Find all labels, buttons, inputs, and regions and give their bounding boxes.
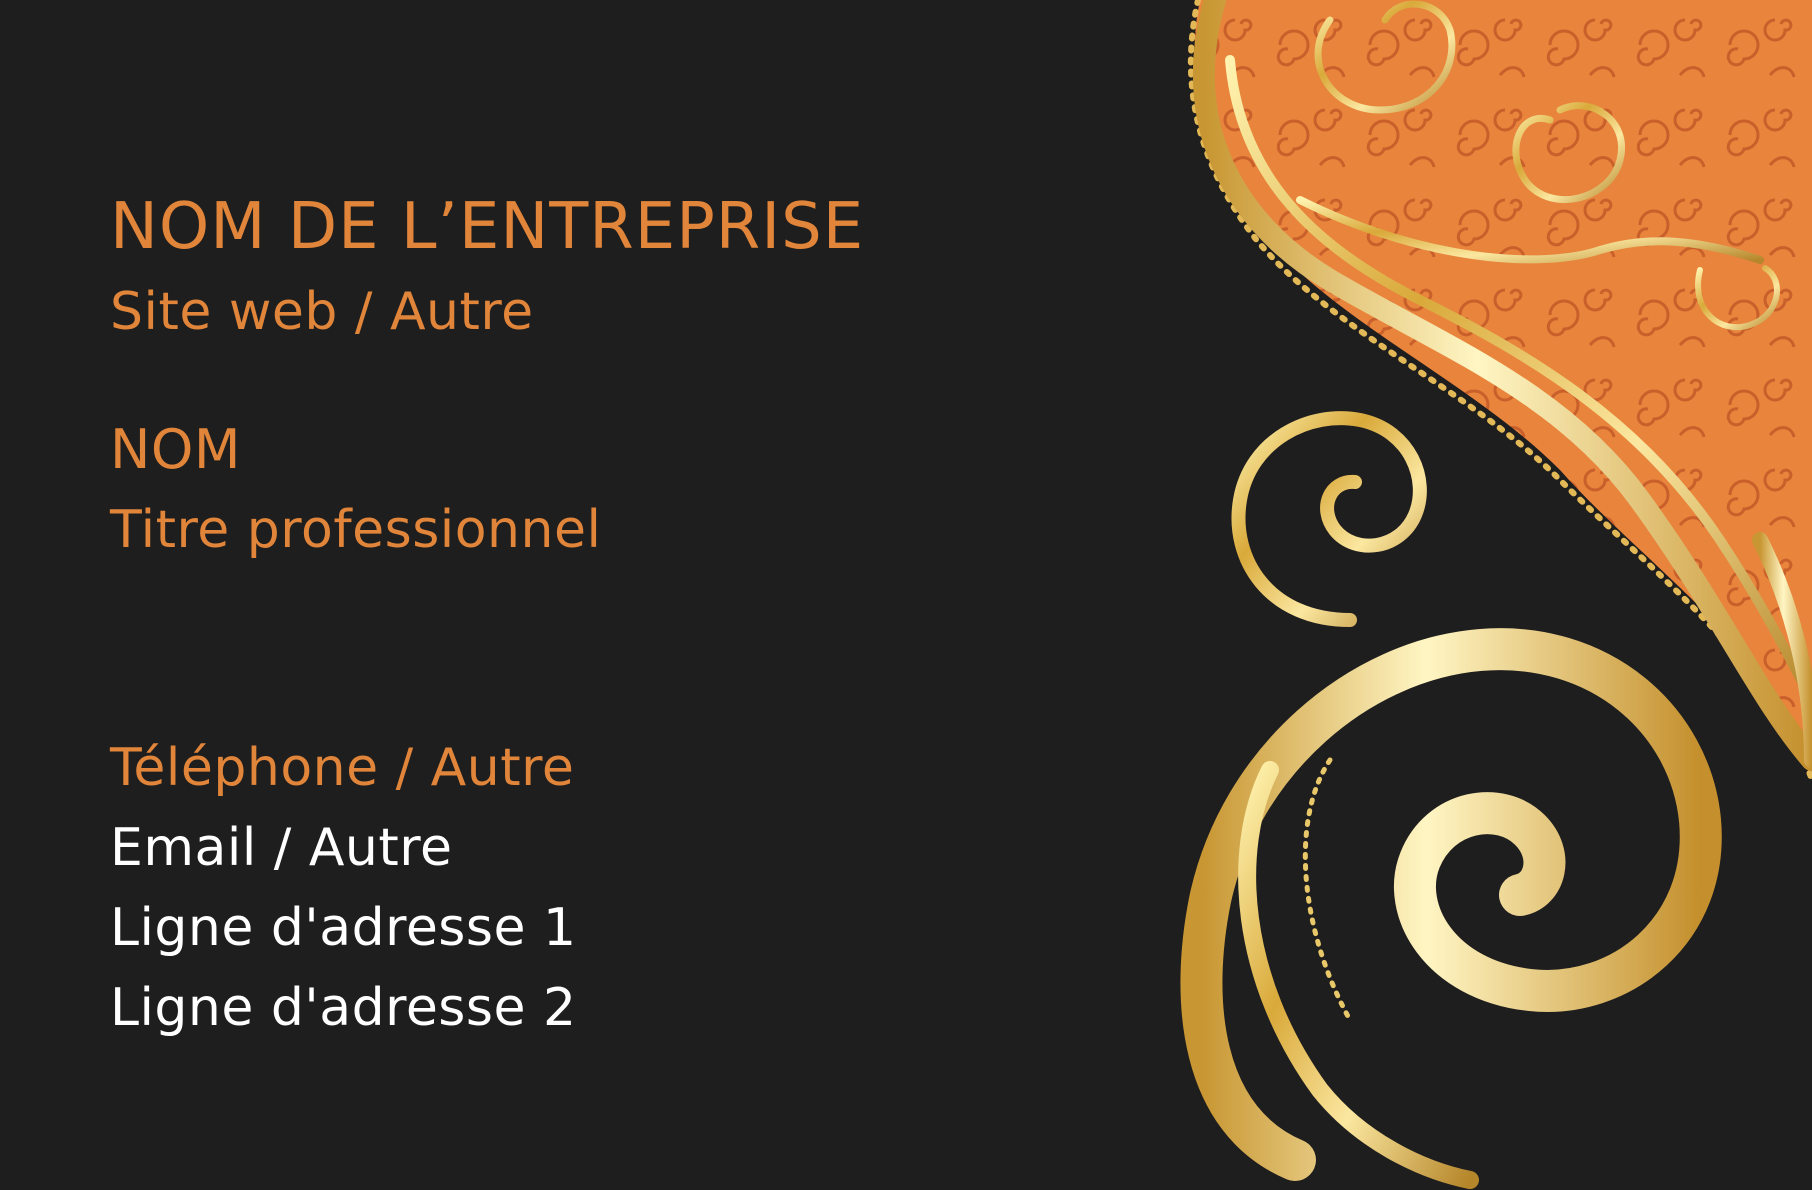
website-text: Site web / Autre — [110, 282, 534, 342]
address-line-1: Ligne d'adresse 1 — [110, 898, 577, 958]
business-card: NOM DE L’ENTREPRISE Site web / Autre NOM… — [0, 0, 1812, 1190]
job-title: Titre professionnel — [110, 500, 602, 560]
person-name: NOM — [110, 418, 241, 481]
contact-text-block: NOM DE L’ENTREPRISE Site web / Autre NOM… — [110, 0, 1110, 1190]
phone-text: Téléphone / Autre — [110, 738, 575, 798]
address-line-2: Ligne d'adresse 2 — [110, 978, 577, 1038]
company-name: NOM DE L’ENTREPRISE — [110, 190, 865, 264]
email-text: Email / Autre — [110, 818, 453, 878]
